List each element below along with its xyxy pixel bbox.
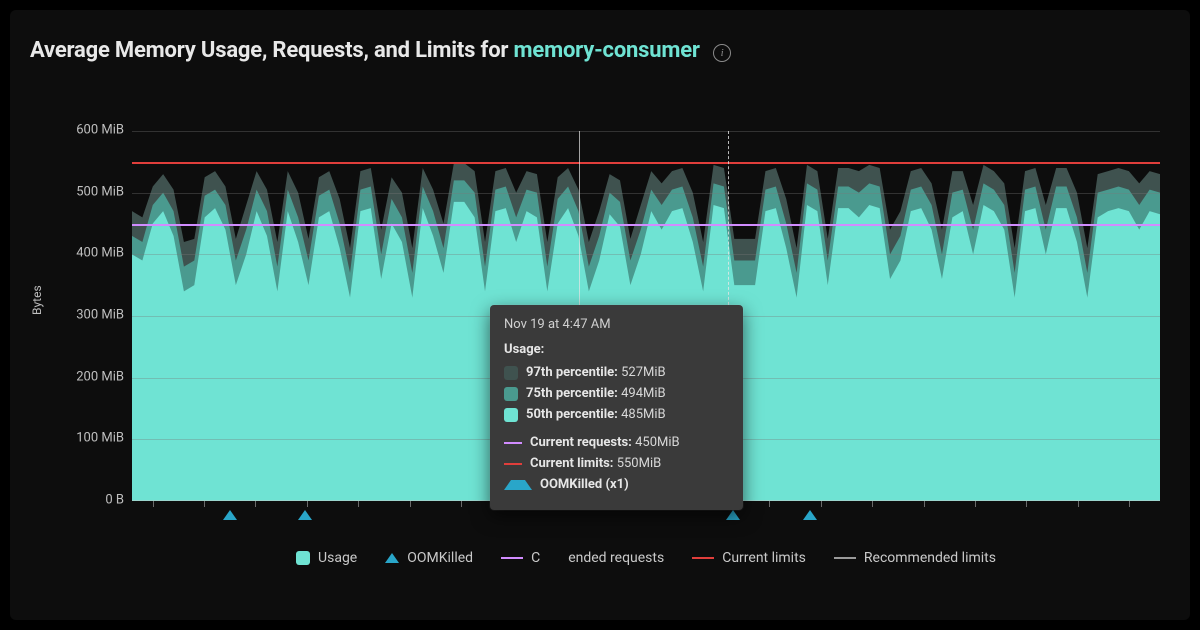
oomkilled-marker-icon[interactable] xyxy=(298,510,312,520)
chart-legend: Usage OOMKilled C ended requests Current… xyxy=(132,550,1160,566)
grid-line xyxy=(132,193,1160,194)
line-swatch-icon xyxy=(834,557,856,559)
legend-recommended-requests[interactable]: ended requests xyxy=(568,550,664,566)
tooltip-percentile-row: 97th percentile: 527MiB xyxy=(504,365,729,380)
line-swatch-icon xyxy=(692,557,714,559)
legend-current-limits[interactable]: Current limits xyxy=(692,550,806,566)
grid-line xyxy=(132,254,1160,255)
oomkilled-marker-icon[interactable] xyxy=(803,510,817,520)
line-swatch-icon xyxy=(504,442,522,444)
y-tick-label: 0 B xyxy=(105,493,124,508)
tooltip-percentile-row: 50th percentile: 485MiB xyxy=(504,407,729,422)
tooltip-section-label: Usage: xyxy=(504,342,729,357)
tooltip-requests-row: Current requests: 450MiB xyxy=(504,435,729,450)
line-swatch-icon xyxy=(501,557,523,559)
oomkilled-marker-icon[interactable] xyxy=(223,510,237,520)
y-tick-label: 600 MiB xyxy=(76,123,124,138)
y-tick-label: 300 MiB xyxy=(76,308,124,323)
legend-oomkilled[interactable]: OOMKilled xyxy=(385,550,473,566)
line-swatch-icon xyxy=(504,463,522,465)
tooltip-oom-row: OOMKilled (x1) xyxy=(504,477,729,492)
legend-recommended-limits[interactable]: Recommended limits xyxy=(834,550,996,566)
y-tick-label: 200 MiB xyxy=(76,369,124,384)
y-tick-label: 100 MiB xyxy=(76,431,124,446)
tooltip-percentile-row: 75th percentile: 494MiB xyxy=(504,386,729,401)
tooltip-limits-row: Current limits: 550MiB xyxy=(504,456,729,471)
info-icon[interactable]: i xyxy=(713,44,731,62)
requests-line xyxy=(132,224,1160,226)
title-prefix: Average Memory Usage, Requests, and Limi… xyxy=(30,38,514,63)
color-swatch-icon xyxy=(504,408,518,422)
legend-usage[interactable]: Usage xyxy=(296,550,357,566)
legend-current-requests[interactable]: C xyxy=(501,550,540,566)
limits-line xyxy=(132,162,1160,164)
oomkilled-marker-icon[interactable] xyxy=(726,510,740,520)
y-axis-label: Bytes xyxy=(30,285,44,315)
grid-line xyxy=(132,131,1160,132)
triangle-icon xyxy=(504,480,532,490)
color-swatch-icon xyxy=(504,387,518,401)
title-subject: memory-consumer xyxy=(514,38,700,63)
chart-tooltip: Nov 19 at 4:47 AM Usage: 97th percentile… xyxy=(490,305,743,510)
usage-swatch-icon xyxy=(296,551,310,565)
y-tick-label: 500 MiB xyxy=(76,184,124,199)
chart-title: Average Memory Usage, Requests, and Limi… xyxy=(30,38,731,63)
color-swatch-icon xyxy=(504,366,518,380)
tooltip-timestamp: Nov 19 at 4:47 AM xyxy=(504,317,729,332)
triangle-icon xyxy=(385,553,399,563)
y-axis-ticks: 0 B100 MiB200 MiB300 MiB400 MiB500 MiB60… xyxy=(58,130,128,500)
y-tick-label: 400 MiB xyxy=(76,246,124,261)
